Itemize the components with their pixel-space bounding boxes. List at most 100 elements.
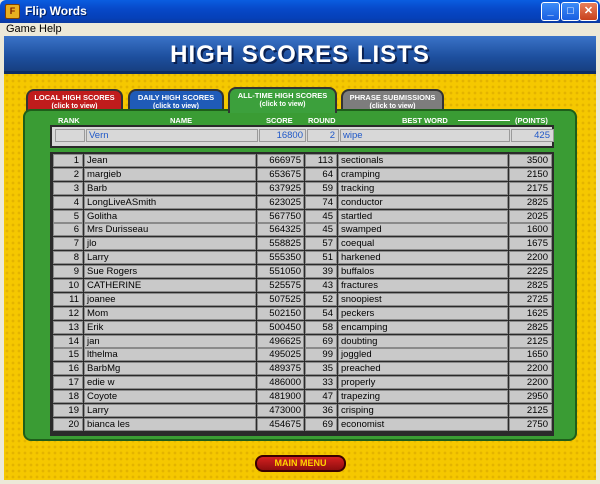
row-score: 567750 <box>257 209 304 223</box>
table-row: 16 BarbMg 489375 35 preached 2200 <box>52 362 552 376</box>
row-name: Larry <box>84 404 256 418</box>
row-name: CATHERINE <box>84 279 256 293</box>
row-round: 113 <box>305 154 337 167</box>
row-score: 525575 <box>257 279 304 293</box>
row-round: 54 <box>305 306 337 320</box>
row-rank: 2 <box>53 167 83 181</box>
row-best-word: doubting <box>338 334 508 348</box>
table-row: 17 edie w 486000 33 properly 2200 <box>52 376 552 390</box>
row-best-word: conductor <box>338 195 508 209</box>
row-round: 36 <box>305 404 337 418</box>
row-name: lthelma <box>84 348 256 362</box>
row-name: Jean <box>84 154 256 167</box>
table-row: 20 bianca les 454675 69 economist 2750 <box>52 417 552 432</box>
row-points: 2200 <box>509 376 552 390</box>
row-name: Larry <box>84 251 256 265</box>
row-rank: 3 <box>53 181 83 195</box>
close-button[interactable]: ✕ <box>579 2 598 21</box>
row-score: 555350 <box>257 251 304 265</box>
row-points: 2200 <box>509 362 552 376</box>
table-row: 8 Larry 555350 51 harkened 2200 <box>52 251 552 265</box>
table-row: 11 joanee 507525 52 snoopiest 2725 <box>52 292 552 307</box>
row-score: 666975 <box>257 154 304 167</box>
app-icon: F <box>5 4 20 19</box>
row-round: 39 <box>305 265 337 279</box>
row-rank: 5 <box>53 209 83 223</box>
table-row: 5 Golitha 567750 45 startled 2025 <box>52 209 552 224</box>
row-points: 3500 <box>509 154 552 167</box>
row-round: 52 <box>305 292 337 306</box>
header-score: SCORE <box>266 116 293 125</box>
table-row: 18 Coyote 481900 47 trapezing 2950 <box>52 390 552 404</box>
row-name: BarbMg <box>84 362 256 376</box>
header-name: NAME <box>170 116 193 125</box>
menu-help[interactable]: Help <box>39 23 62 36</box>
row-round: 45 <box>305 209 337 223</box>
tab-local-high-scores[interactable]: LOCAL HIGH SCORES (click to view) <box>26 89 123 111</box>
tab-all-time-high-scores[interactable]: ALL-TIME HIGH SCORES (click to view) <box>228 87 337 113</box>
row-name: edie w <box>84 376 256 390</box>
table-row: 4 LongLiveASmith 623025 74 conductor 2825 <box>52 195 552 210</box>
row-rank: 20 <box>53 417 83 431</box>
table-row: 7 jlo 558825 57 coequal 1675 <box>52 237 552 251</box>
player-best-word: wipe <box>340 129 510 142</box>
row-round: 43 <box>305 279 337 293</box>
tab-daily-high-scores[interactable]: DAILY HIGH SCORES (click to view) <box>128 89 224 111</box>
row-round: 74 <box>305 195 337 209</box>
row-rank: 13 <box>53 320 83 334</box>
maximize-button[interactable]: □ <box>561 2 580 21</box>
header-points: (POINTS) <box>515 116 548 125</box>
row-points: 1650 <box>509 348 552 362</box>
row-best-word: encamping <box>338 320 508 334</box>
table-row: 12 Mom 502150 54 peckers 1625 <box>52 306 552 321</box>
header-rank: RANK <box>58 116 80 125</box>
row-rank: 18 <box>53 390 83 404</box>
row-score: 489375 <box>257 362 304 376</box>
row-score: 623025 <box>257 195 304 209</box>
row-score: 473000 <box>257 404 304 418</box>
row-rank: 16 <box>53 362 83 376</box>
row-points: 2125 <box>509 404 552 418</box>
table-row: 14 jan 496625 69 doubting 2125 <box>52 334 552 349</box>
row-points: 1625 <box>509 306 552 320</box>
row-round: 57 <box>305 237 337 251</box>
row-rank: 4 <box>53 195 83 209</box>
row-best-word: startled <box>338 209 508 223</box>
row-rank: 10 <box>53 279 83 293</box>
main-menu-button[interactable]: MAIN MENU <box>255 455 346 472</box>
row-rank: 14 <box>53 334 83 348</box>
row-name: LongLiveASmith <box>84 195 256 209</box>
row-round: 99 <box>305 348 337 362</box>
row-best-word: coequal <box>338 237 508 251</box>
row-points: 2825 <box>509 320 552 334</box>
row-points: 2750 <box>509 417 552 431</box>
table-row: 2 margieb 653675 64 cramping 2150 <box>52 167 552 182</box>
menu-game[interactable]: Game <box>6 23 36 36</box>
row-score: 564325 <box>257 223 304 237</box>
row-rank: 19 <box>53 404 83 418</box>
tab-label: PHRASE SUBMISSIONS <box>349 93 436 102</box>
row-points: 1600 <box>509 223 552 237</box>
row-best-word: fractures <box>338 279 508 293</box>
row-points: 2125 <box>509 334 552 348</box>
header-round: ROUND <box>308 116 336 125</box>
row-round: 47 <box>305 390 337 404</box>
player-name: Vern <box>86 129 258 142</box>
row-round: 69 <box>305 334 337 348</box>
row-name: Mom <box>84 306 256 320</box>
row-score: 551050 <box>257 265 304 279</box>
row-best-word: preached <box>338 362 508 376</box>
tab-phrase-submissions[interactable]: PHRASE SUBMISSIONS (click to view) <box>341 89 444 111</box>
row-name: bianca les <box>84 417 256 431</box>
table-row: 19 Larry 473000 36 crisping 2125 <box>52 404 552 418</box>
table-row: 6 Mrs Durisseau 564325 45 swamped 1600 <box>52 223 552 237</box>
minimize-button[interactable]: _ <box>541 2 560 21</box>
row-points: 2950 <box>509 390 552 404</box>
row-round: 59 <box>305 181 337 195</box>
table-row: 9 Sue Rogers 551050 39 buffalos 2225 <box>52 265 552 279</box>
row-rank: 15 <box>53 348 83 362</box>
row-score: 486000 <box>257 376 304 390</box>
row-name: Erik <box>84 320 256 334</box>
row-round: 69 <box>305 417 337 431</box>
window-title: Flip Words <box>25 4 87 18</box>
